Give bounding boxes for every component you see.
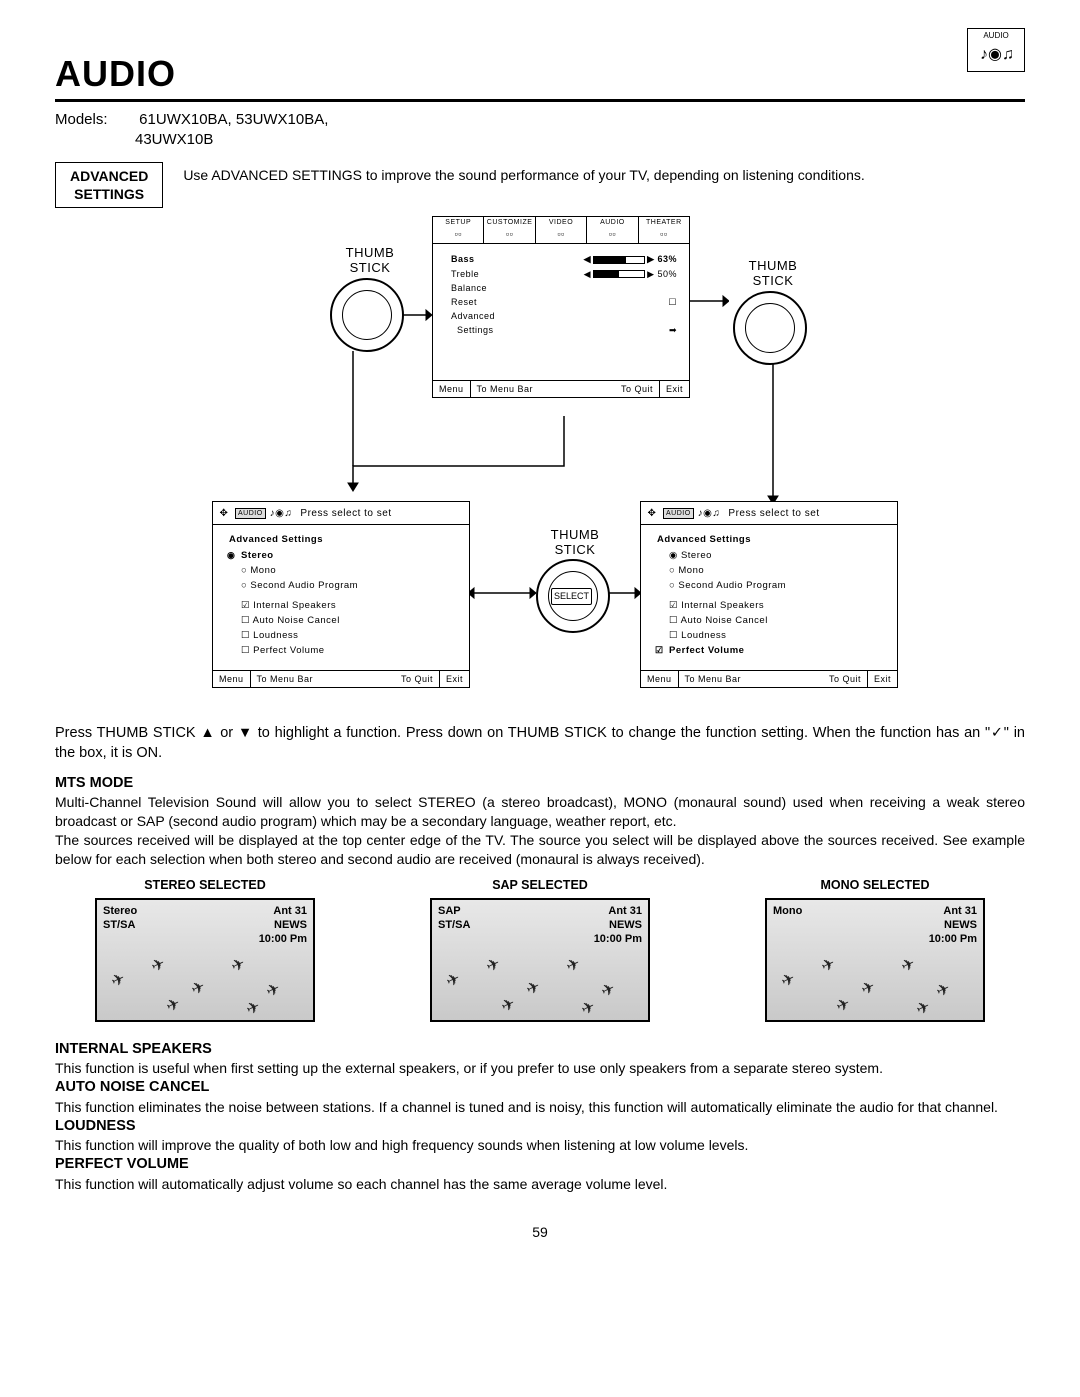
osd-adv-item: Second Audio Program	[657, 579, 887, 594]
instruction-paragraph: Press THUMB STICK ▲ or ▼ to highlight a …	[55, 724, 1025, 763]
osd-adv-item: Loudness	[657, 629, 887, 644]
osd-tab: AUDIO▫▫	[587, 217, 638, 243]
osd-adv-item: Stereo	[657, 549, 887, 564]
section-heading: PERFECT VOLUME	[55, 1155, 1025, 1175]
models-label: Models:	[55, 110, 135, 130]
section-heading: AUTO NOISE CANCEL	[55, 1078, 1025, 1098]
models-line2: 43UWX10B	[135, 131, 213, 148]
osd-adv-item: Loudness	[229, 629, 459, 644]
section-heading: INTERNAL SPEAKERS	[55, 1040, 1025, 1060]
osd-adv-item: Second Audio Program	[229, 579, 459, 594]
tv-example: SAP SELECTEDSAPAnt 31ST/SANEWS10:00 Pm✈✈…	[430, 877, 650, 1022]
tv-examples-row: STEREO SELECTEDStereoAnt 31ST/SANEWS10:0…	[95, 877, 985, 1022]
advanced-settings-box: ADVANCED SETTINGS	[55, 162, 163, 208]
thumbstick-label-2: THUMBSTICK	[738, 259, 808, 288]
mts-mode-heading: MTS MODE	[55, 774, 1025, 794]
section-body: This function will improve the quality o…	[55, 1136, 1025, 1155]
select-label: SELECT	[551, 588, 592, 604]
osd-menu-row: Bass◀▶ 63%	[433, 252, 689, 266]
osd-adv-item: Internal Speakers	[229, 599, 459, 614]
svg-text:♪◉♫: ♪◉♫	[980, 46, 1014, 63]
osd-menu-row: Advanced	[433, 309, 689, 323]
thumbstick-icon-1	[330, 278, 404, 352]
osd-advanced-right: ✥AUDIO♪◉♫Press select to set Advanced Se…	[640, 501, 898, 688]
osd-menu-row: Treble◀▶ 50%	[433, 267, 689, 281]
thumbstick-label-1: THUMBSTICK	[335, 246, 405, 275]
osd-advanced-left: ✥AUDIO♪◉♫Press select to set Advanced Se…	[212, 501, 470, 688]
osd-menu-row: Reset☐	[433, 295, 689, 309]
osd-tab: SETUP▫▫	[433, 217, 484, 243]
advanced-settings-desc: Use ADVANCED SETTINGS to improve the sou…	[183, 162, 1025, 185]
osd-adv-item: Perfect Volume	[657, 644, 887, 659]
adv-box-l1: ADVANCED	[70, 168, 148, 184]
osd-menu-row: Settings➡	[433, 323, 689, 337]
tv-example: MONO SELECTEDMonoAnt 31NEWS10:00 Pm✈✈✈✈✈…	[765, 877, 985, 1022]
osd-menu-row: Balance	[433, 281, 689, 295]
page-number: 59	[55, 1223, 1025, 1242]
corner-audio-badge: AUDIO ♪◉♫	[967, 28, 1025, 72]
section-heading: LOUDNESS	[55, 1117, 1025, 1137]
models-line1: 61UWX10BA, 53UWX10BA,	[139, 111, 328, 128]
mts-p2: The sources received will be displayed a…	[55, 831, 1025, 869]
osd-tab: THEATER▫▫	[639, 217, 689, 243]
osd-adv-item: Stereo	[229, 549, 459, 564]
section-body: This function eliminates the noise betwe…	[55, 1098, 1025, 1117]
osd-tab: VIDEO▫▫	[536, 217, 587, 243]
osd-adv-item: Mono	[657, 564, 887, 579]
osd-adv-item: Auto Noise Cancel	[657, 614, 887, 629]
mts-p1: Multi-Channel Television Sound will allo…	[55, 793, 1025, 831]
section-body: This function is useful when first setti…	[55, 1059, 1025, 1078]
models-block: Models: 61UWX10BA, 53UWX10BA, 43UWX10B	[55, 110, 1025, 151]
osd-adv-item: Internal Speakers	[657, 599, 887, 614]
page-title: AUDIO	[55, 50, 176, 99]
osd-tab: CUSTOMIZE▫▫	[484, 217, 535, 243]
tv-example: STEREO SELECTEDStereoAnt 31ST/SANEWS10:0…	[95, 877, 315, 1022]
osd-adv-item: Perfect Volume	[229, 644, 459, 659]
adv-box-l2: SETTINGS	[74, 186, 144, 202]
thumbstick-icon-2	[733, 291, 807, 365]
diagram: THUMBSTICK SETUP▫▫CUSTOMIZE▫▫VIDEO▫▫AUDI…	[140, 216, 940, 706]
osd-adv-item: Mono	[229, 564, 459, 579]
section-body: This function will automatically adjust …	[55, 1175, 1025, 1194]
osd-adv-item: Auto Noise Cancel	[229, 614, 459, 629]
thumbstick-label-3: THUMBSTICK	[540, 528, 610, 557]
